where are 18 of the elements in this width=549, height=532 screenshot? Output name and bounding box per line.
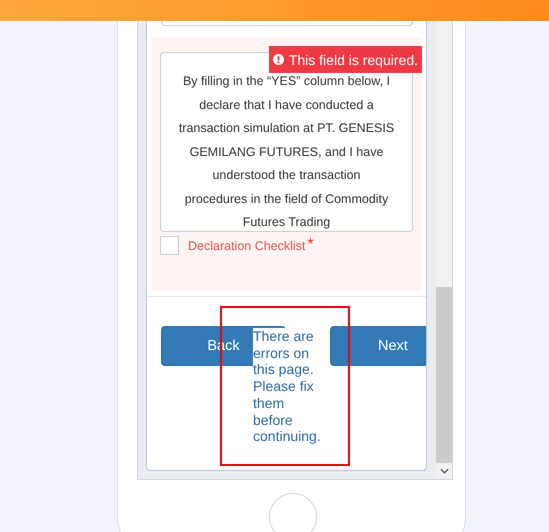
scrollbar-thumb[interactable] [436,287,452,463]
declaration-text-line: transaction simulation at PT. GENESIS [178,120,396,137]
scrollbar[interactable] [436,21,452,479]
chevron-down-icon[interactable] [440,468,449,474]
declaration-text-line: understood the transaction [211,167,362,184]
next-button[interactable]: Next [330,326,426,366]
checkbox[interactable] [160,236,179,255]
declaration-text-line: Futures Trading [242,214,332,231]
input-field[interactable] [161,21,413,26]
declaration-text-line: procedures in the field of Commodity [184,190,390,208]
alert-icon [272,54,284,65]
required-mark: * [307,236,314,254]
declaration-text-line: By filling in the “YES” column below, I [182,73,392,90]
home-button[interactable] [269,493,317,532]
declaration-text-line: GEMILANG FUTURES, and I have [188,144,384,160]
checkbox-label: Declaration Checklist [188,239,306,253]
declaration-text-line: declare that I have conducted a [198,96,375,114]
error-message: This field is required. [288,52,418,68]
